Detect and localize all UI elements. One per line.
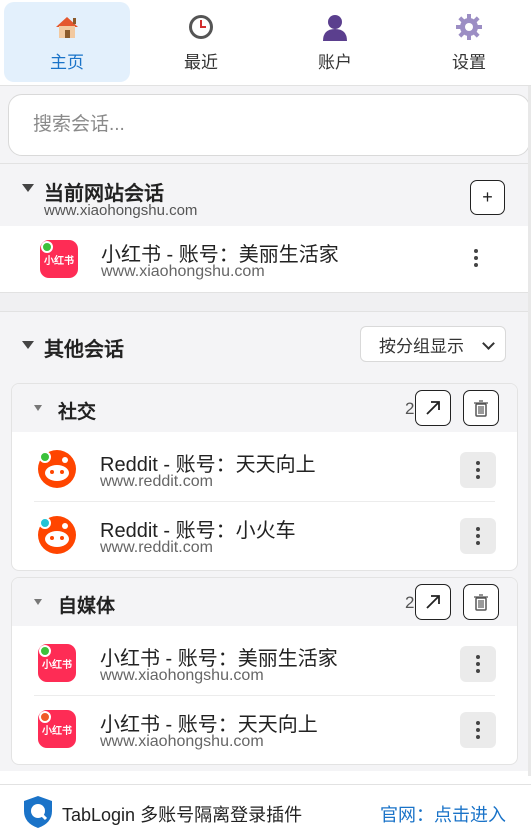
gear-icon — [454, 12, 484, 42]
session-url: www.reddit.com — [100, 473, 213, 490]
nav-tab-label: 最近 — [184, 53, 218, 72]
add-session-button[interactable]: + — [470, 180, 505, 215]
clock-icon — [186, 12, 216, 42]
delete-group-button[interactable] — [463, 584, 499, 620]
svg-text:小红书: 小红书 — [41, 724, 72, 737]
search-input[interactable] — [8, 94, 530, 156]
nav-tab-label: 主页 — [50, 53, 84, 72]
current-site-section: 当前网站会话 www.xiaohongshu.com + 小红书 小红书 - 账… — [0, 163, 531, 293]
official-site-link[interactable]: 官网：点击进入 — [380, 801, 506, 827]
status-dot — [39, 645, 51, 657]
nav-tab-account[interactable]: 账户 — [272, 2, 398, 82]
nav-tab-recent[interactable]: 最近 — [138, 2, 264, 82]
session-url: www.xiaohongshu.com — [100, 667, 264, 684]
more-options-icon[interactable] — [460, 518, 496, 554]
xiaohongshu-icon: 小红书 — [40, 240, 78, 278]
session-url: www.xiaohongshu.com — [100, 733, 264, 750]
caret-down-icon[interactable] — [22, 341, 34, 349]
status-dot — [41, 241, 53, 253]
nav-tab-label: 账户 — [318, 53, 352, 72]
trash-icon — [474, 594, 488, 611]
session-group: 社交 2 Reddit - 账号：天天向上 www.reddit.com Red… — [11, 383, 518, 571]
open-group-button[interactable] — [415, 584, 451, 620]
other-sessions-section: 其他会话 按分组显示 社交 2 Reddit - 账号：天天向上 www.red… — [0, 311, 531, 771]
session-group: 自媒体 2 小红书 小红书 - 账号：美丽生活家 www.xiaohongshu… — [11, 577, 518, 765]
session-row[interactable]: Reddit - 账号：小火车 www.reddit.com — [12, 502, 517, 568]
svg-text:小红书: 小红书 — [41, 658, 72, 671]
chevron-down-icon — [482, 337, 495, 350]
current-site-domain: www.xiaohongshu.com — [44, 202, 198, 219]
session-row[interactable]: 小红书 小红书 - 账号：天天向上 www.xiaohongshu.com — [12, 696, 517, 762]
caret-down-icon[interactable] — [34, 405, 42, 411]
user-icon — [320, 12, 350, 42]
more-options-icon[interactable] — [458, 240, 494, 276]
reddit-icon — [38, 516, 76, 554]
arrow-up-right-icon — [426, 401, 440, 415]
current-site-header[interactable]: 当前网站会话 www.xiaohongshu.com + — [0, 164, 531, 226]
session-row[interactable]: 小红书 小红书 - 账号：美丽生活家 www.xiaohongshu.com — [0, 226, 531, 292]
more-options-icon[interactable] — [460, 712, 496, 748]
more-options-icon[interactable] — [460, 452, 496, 488]
nav-tab-settings[interactable]: 设置 — [406, 2, 531, 82]
arrow-up-right-icon — [426, 595, 440, 609]
group-header[interactable]: 社交 2 — [12, 384, 517, 432]
session-row[interactable]: Reddit - 账号：天天向上 www.reddit.com — [12, 436, 517, 502]
trash-icon — [474, 400, 488, 417]
group-title: 社交 — [58, 402, 97, 423]
nav-tab-label: 设置 — [452, 53, 486, 72]
svg-text:小红书: 小红书 — [43, 254, 74, 267]
search-bar — [0, 86, 531, 164]
session-url: www.xiaohongshu.com — [101, 263, 265, 280]
open-group-button[interactable] — [415, 390, 451, 426]
group-count: 2 — [405, 399, 415, 418]
group-mode-select[interactable]: 按分组显示 — [360, 326, 506, 362]
status-dot — [39, 451, 51, 463]
group-header[interactable]: 自媒体 2 — [12, 578, 517, 626]
footer-title: TabLogin 多账号隔离登录插件 — [62, 805, 303, 825]
nav-tab-home[interactable]: 主页 — [4, 2, 130, 82]
more-options-icon[interactable] — [460, 646, 496, 682]
caret-down-icon[interactable] — [22, 184, 34, 192]
shield-logo-icon — [22, 795, 54, 834]
status-dot — [39, 711, 51, 723]
status-dot — [39, 517, 51, 529]
xiaohongshu-icon: 小红书 — [38, 710, 76, 748]
delete-group-button[interactable] — [463, 390, 499, 426]
section-divider — [0, 293, 531, 311]
other-sessions-title: 其他会话 — [44, 339, 124, 361]
group-mode-value: 按分组显示 — [379, 336, 464, 356]
home-icon — [52, 12, 82, 42]
session-url: www.reddit.com — [100, 539, 213, 556]
reddit-icon — [38, 450, 76, 488]
xiaohongshu-icon: 小红书 — [38, 644, 76, 682]
footer: TabLogin 多账号隔离登录插件 官网：点击进入 — [0, 784, 531, 838]
group-count: 2 — [405, 593, 415, 612]
caret-down-icon[interactable] — [34, 599, 42, 605]
top-navigation: 主页 最近 账户 设置 — [0, 0, 531, 86]
session-row[interactable]: 小红书 小红书 - 账号：美丽生活家 www.xiaohongshu.com — [12, 630, 517, 696]
group-title: 自媒体 — [58, 596, 116, 617]
